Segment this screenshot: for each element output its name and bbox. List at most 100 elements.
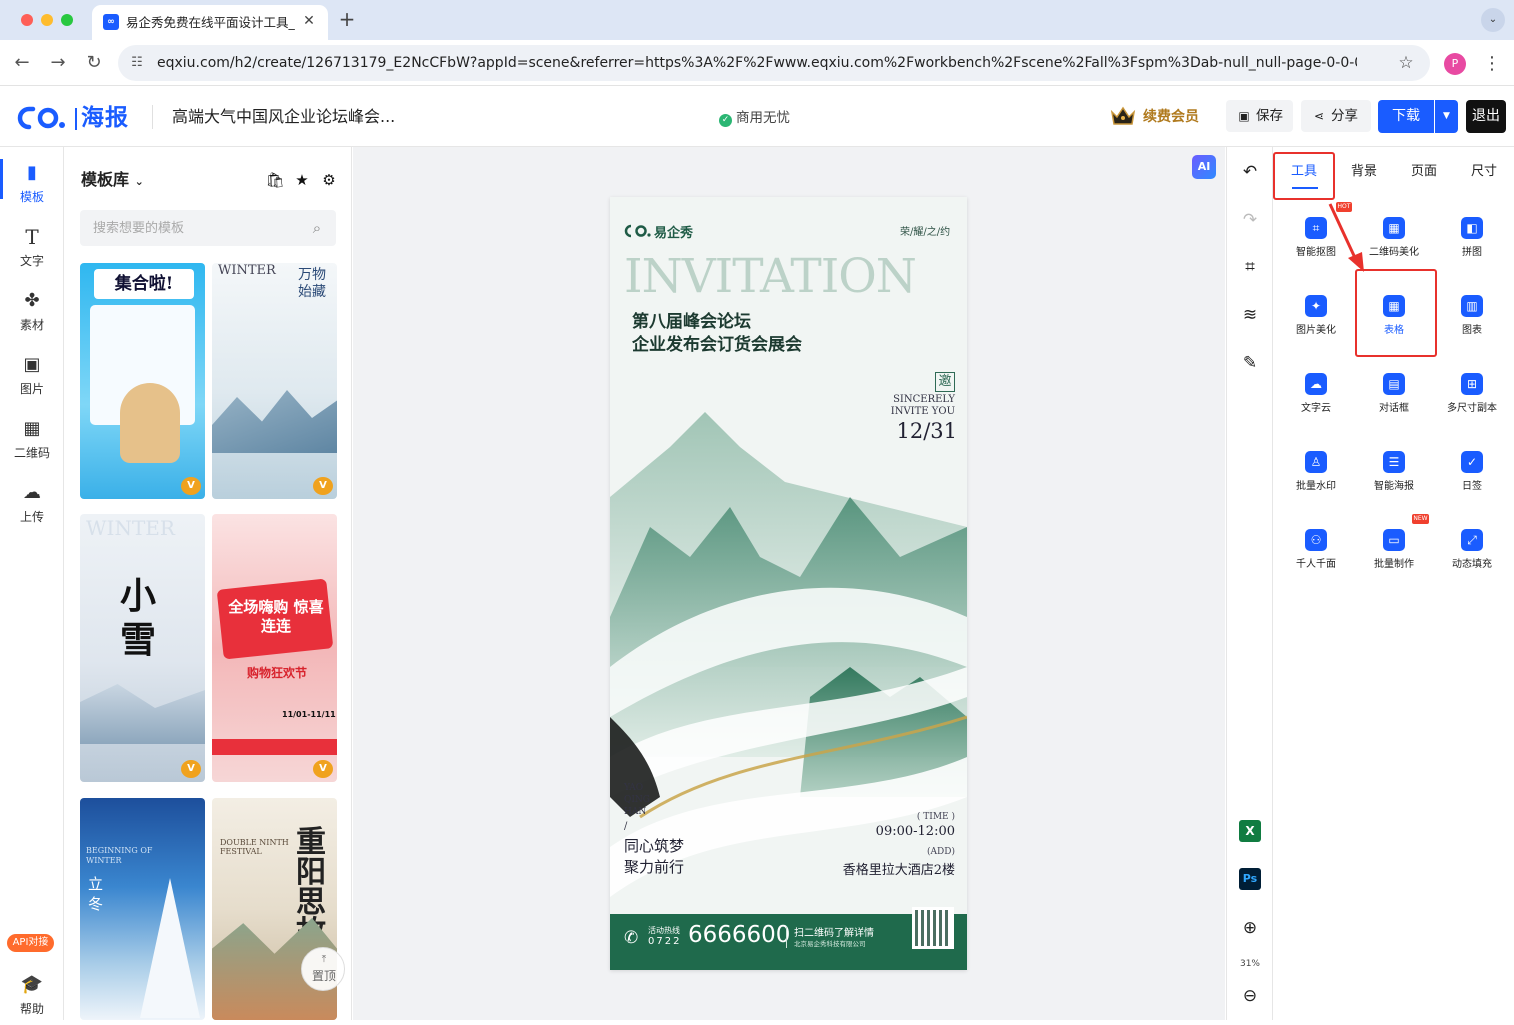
thumb-heading: BEGINNING OF WINTER [86, 846, 153, 865]
back-icon[interactable]: ← [10, 51, 34, 75]
ps-import-icon[interactable]: Ps [1239, 868, 1261, 890]
redo-icon[interactable]: ↷ [1237, 207, 1263, 233]
template-thumb[interactable]: BEGINNING OF WINTER 立冬 [80, 798, 205, 1020]
upload-icon: ☁ [23, 482, 41, 503]
vip-renew[interactable]: 续费会员 [1110, 104, 1210, 130]
shopping-bag-icon[interactable]: 🛍 [265, 169, 285, 191]
rail-item-help[interactable]: 🎓 帮助 [4, 973, 60, 1025]
thumb-snowy-tree [140, 878, 200, 1018]
tool-image-beautify[interactable]: ✦ 图片美化 [1277, 295, 1355, 357]
template-thumb[interactable]: 集合啦! V [80, 263, 205, 499]
browser-tab[interactable]: ∞ 易企秀免费在线平面设计工具_... ✕ [92, 5, 328, 40]
poster-company: 北京易企秀科技有限公司 [794, 940, 866, 948]
layers-icon[interactable]: ≋ [1237, 302, 1263, 328]
back-to-top-button[interactable]: ⤒ 置顶 [301, 947, 345, 991]
tab-page[interactable]: 页面 [1394, 161, 1454, 183]
template-thumb[interactable]: WINTER 小雪 V [80, 514, 205, 782]
template-library-dropdown[interactable]: 模板库 ⌄ [81, 169, 171, 191]
profile-avatar[interactable]: P [1444, 53, 1466, 75]
tool-personalize[interactable]: ⚇ 千人千面 [1277, 529, 1355, 591]
zoom-in-icon[interactable]: ⊕ [1237, 915, 1263, 941]
window-close-button[interactable] [21, 14, 33, 26]
poster-area-code: 0722 [648, 936, 682, 947]
ai-assistant-button[interactable]: AI [1192, 155, 1216, 179]
save-label: 保存 [1256, 108, 1283, 124]
tool-batch-watermark[interactable]: ♙ 批量水印 [1277, 451, 1355, 513]
phone-icon: ✆ [624, 928, 639, 948]
window-minimize-button[interactable] [41, 14, 53, 26]
poster-add-label: (ADD) [927, 847, 955, 857]
save-button[interactable]: ▣ 保存 [1226, 100, 1293, 132]
commercial-badge[interactable]: ✓ 商用无忧 [719, 108, 829, 128]
excel-import-icon[interactable]: X [1239, 820, 1261, 842]
rail-item-label: 二维码 [13, 446, 50, 460]
share-button[interactable]: ⋖ 分享 [1301, 100, 1371, 132]
tool-smart-poster[interactable]: ☰ 智能海报 [1355, 451, 1433, 513]
rail-item-label: 图片 [19, 382, 44, 396]
rail-item-text[interactable]: T 文字 [4, 225, 60, 277]
share-icon: ⋖ [1313, 109, 1325, 123]
tool-dialog[interactable]: ▤ 对话框 [1355, 373, 1433, 435]
browser-tab-bar: ∞ 易企秀免费在线平面设计工具_... ✕ + ⌄ [0, 0, 1514, 40]
material-icon: ✤ [24, 290, 40, 311]
undo-icon[interactable]: ↶ [1237, 159, 1263, 185]
tab-search-button[interactable]: ⌄ [1481, 8, 1505, 32]
rail-item-image[interactable]: ▣ 图片 [4, 353, 60, 405]
tab-size[interactable]: 尺寸 [1454, 161, 1514, 183]
favorite-star-icon[interactable]: ★ [292, 169, 312, 191]
browser-menu-icon[interactable]: ⋮ [1482, 52, 1502, 76]
format-brush-icon[interactable]: ✎ [1237, 350, 1263, 376]
crop-frame-icon[interactable]: ⌗ [1237, 254, 1263, 280]
tool-dynamic-fill[interactable]: ⤢ 动态填充 [1433, 529, 1511, 591]
site-settings-icon[interactable]: ☷ [128, 54, 146, 72]
api-badge[interactable]: API对接 [7, 934, 54, 952]
rail-item-template[interactable]: ▮ 模板 [4, 161, 60, 213]
download-options-chevron-icon[interactable]: ▼ [1435, 100, 1458, 133]
template-search-input[interactable] [80, 210, 300, 246]
rail-active-indicator [0, 159, 3, 199]
thumb-heading: WINTER [218, 263, 276, 278]
poster-date: 12/31 [896, 419, 957, 443]
poster-tagline: 荣/耀/之/约 [900, 227, 951, 238]
tool-multi-size[interactable]: ⊞ 多尺寸副本 [1433, 373, 1511, 435]
document-title[interactable]: 高端大气中国风企业论坛峰会... [172, 105, 412, 129]
template-thumb[interactable]: WINTER 万物始藏 V [212, 263, 337, 499]
rail-item-qrcode[interactable]: ▦ 二维码 [4, 417, 60, 469]
app-logo[interactable]: 海报 [15, 104, 135, 132]
rail-item-label: 文字 [19, 254, 44, 268]
rail-item-material[interactable]: ✤ 素材 [4, 289, 60, 341]
new-tab-button[interactable]: + [337, 8, 357, 30]
tab-title: 易企秀免费在线平面设计工具_... [126, 15, 296, 30]
rail-item-upload[interactable]: ☁ 上传 [4, 481, 60, 533]
download-button[interactable]: 下载 [1378, 100, 1434, 133]
personalize-icon: ⚇ [1305, 529, 1327, 551]
poster-qrcode [912, 907, 954, 949]
bookmark-star-icon[interactable]: ☆ [1396, 53, 1416, 73]
thumb-subheading: 万物始藏 [298, 267, 326, 300]
gear-icon[interactable]: ⚙ [319, 169, 339, 191]
tool-label: 智能海报 [1374, 481, 1414, 492]
tab-background[interactable]: 背景 [1334, 161, 1394, 183]
template-actions: 🛍 ★ ⚙ [265, 169, 345, 191]
forward-icon[interactable]: → [46, 51, 70, 75]
tool-label: 日签 [1462, 481, 1482, 492]
text-icon: T [25, 225, 39, 249]
exit-button[interactable]: 退出 [1466, 100, 1506, 133]
tool-chart[interactable]: ▥ 图表 [1433, 295, 1511, 357]
poster-time-label: ( TIME ) [916, 812, 955, 822]
tab-close-icon[interactable]: ✕ [300, 12, 318, 30]
search-icon[interactable]: ⌕ [308, 219, 326, 237]
tool-word-cloud[interactable]: ☁ 文字云 [1277, 373, 1355, 435]
reload-icon[interactable]: ↻ [82, 51, 106, 75]
template-thumb[interactable]: 全场嗨购 惊喜连连 购物狂欢节 11/01-11/11 V [212, 514, 337, 782]
tool-batch-make[interactable]: ▭ 批量制作 [1355, 529, 1433, 591]
tool-collage[interactable]: ◧ 拼图 [1433, 217, 1511, 279]
poster-canvas[interactable]: 易企秀 荣/耀/之/约 INVITATION 第八届峰会论坛 企业发布会订货会展… [610, 197, 967, 970]
window-maximize-button[interactable] [61, 14, 73, 26]
omnibox[interactable]: ☷ eqxiu.com/h2/create/126713179_E2NcCFbW… [118, 45, 1430, 81]
dynamic-fill-icon: ⤢ [1461, 529, 1483, 551]
zoom-out-icon[interactable]: ⊖ [1237, 983, 1263, 1009]
poster-brand: 易企秀 [654, 226, 694, 241]
url-text[interactable]: eqxiu.com/h2/create/126713179_E2NcCFbW?a… [157, 53, 1357, 73]
tool-daily-sign[interactable]: ✓ 日签 [1433, 451, 1511, 513]
